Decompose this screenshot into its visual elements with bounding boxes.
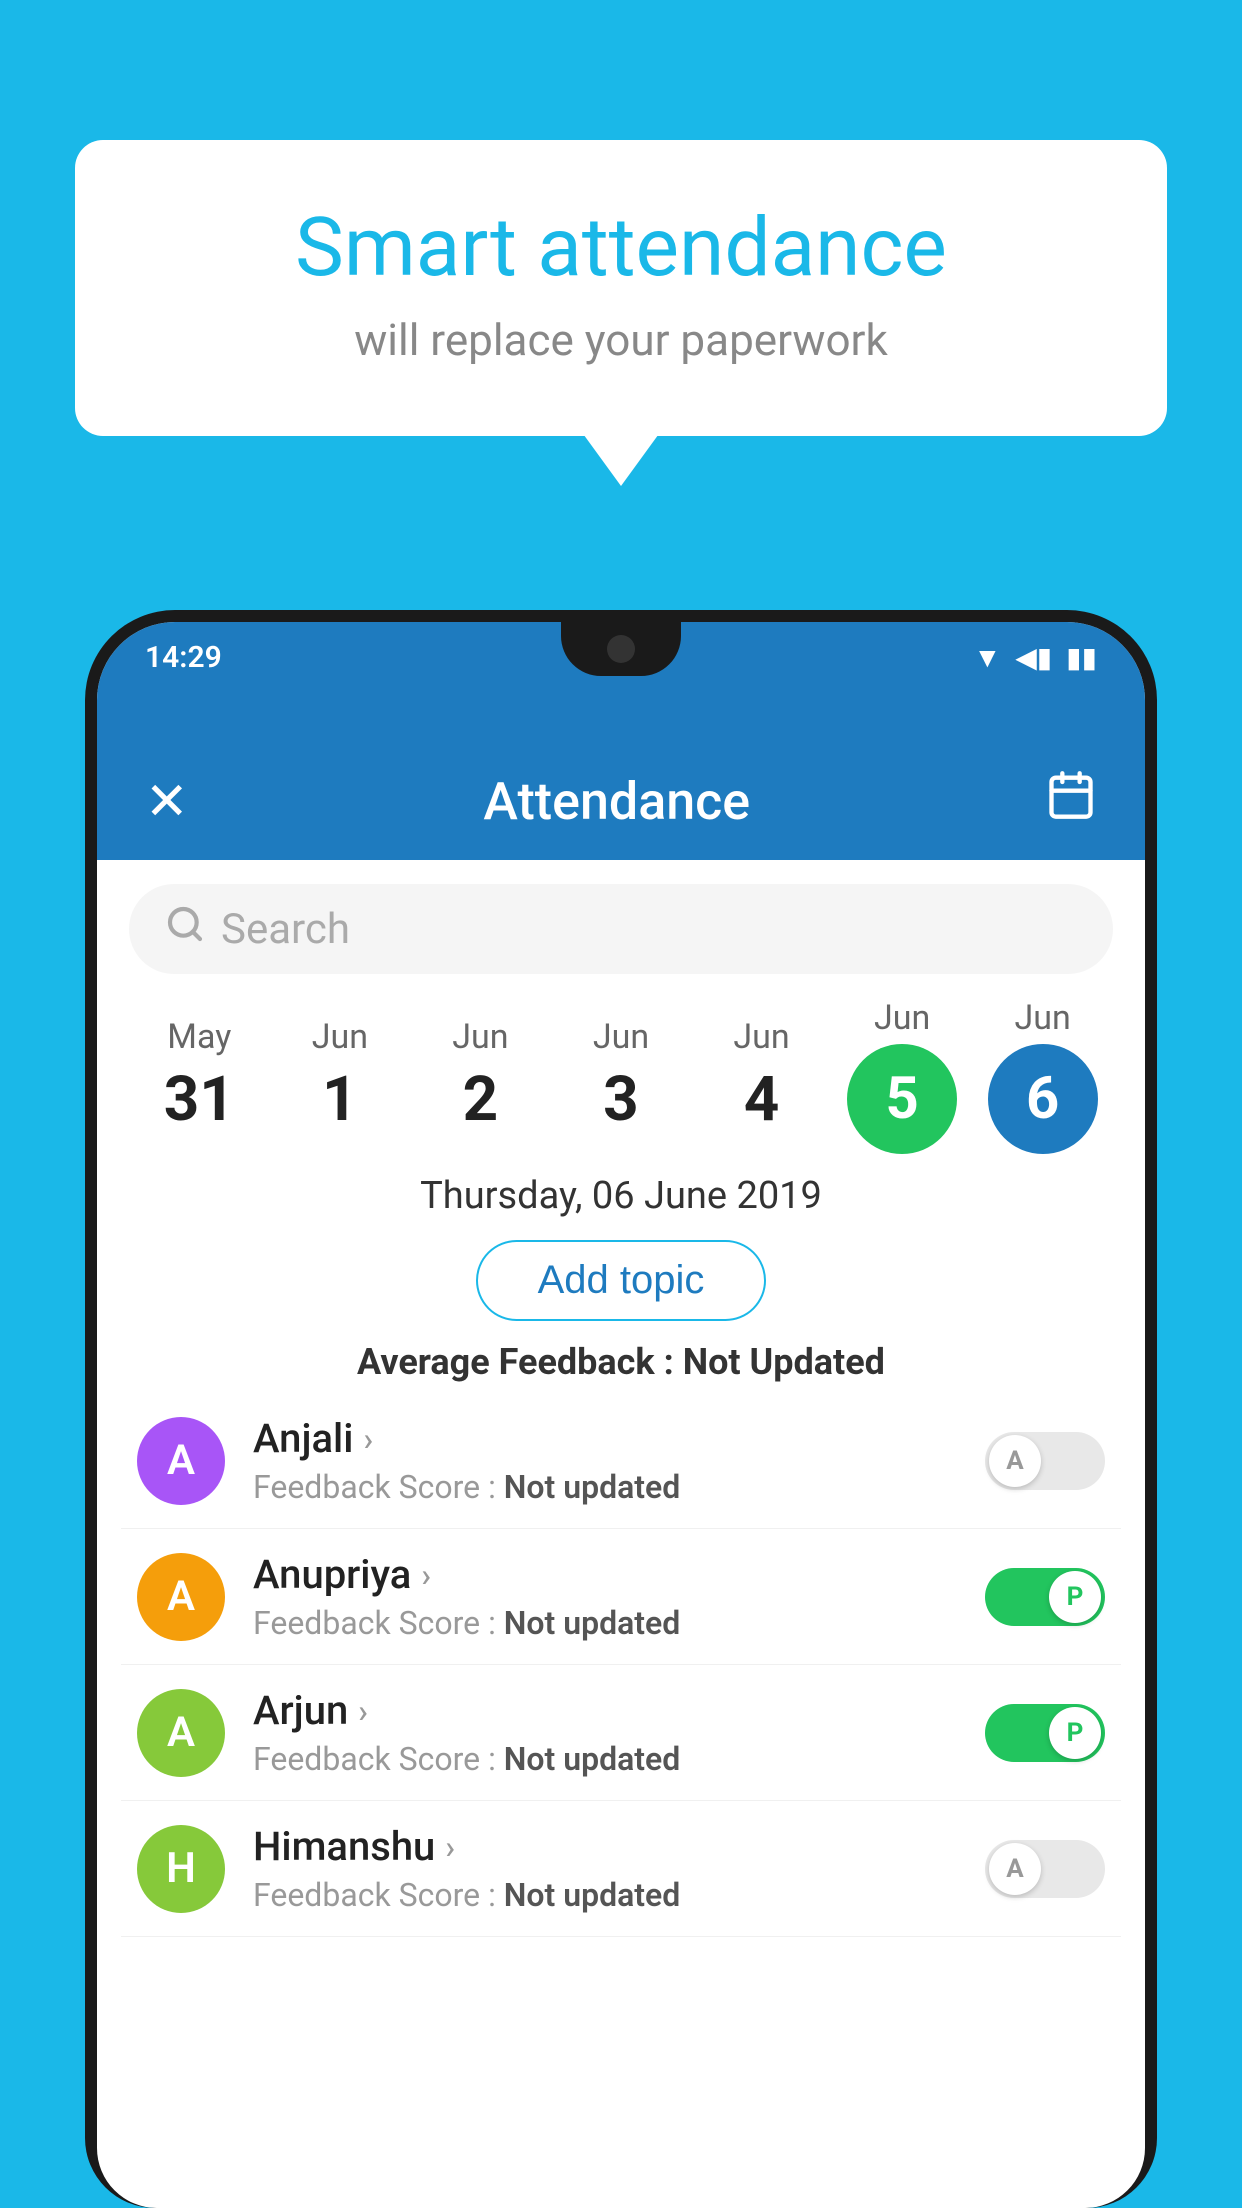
bubble-subtitle: will replace your paperwork (155, 314, 1087, 366)
student-name: Himanshu › (253, 1823, 957, 1870)
speech-bubble-container: Smart attendance will replace your paper… (75, 140, 1167, 436)
student-item[interactable]: A Anjali › Feedback Score : Not updated … (121, 1393, 1121, 1529)
date-month: Jun (312, 1017, 368, 1057)
date-month: Jun (733, 1017, 789, 1057)
search-text: Search (221, 905, 350, 954)
signal-icon: ◀▮ (1015, 641, 1052, 674)
student-item[interactable]: A Anupriya › Feedback Score : Not update… (121, 1529, 1121, 1665)
date-item[interactable]: Jun 6 (983, 998, 1103, 1154)
selected-date-label: Thursday, 06 June 2019 (97, 1154, 1145, 1232)
feedback-score: Feedback Score : Not updated (253, 1876, 957, 1914)
app-title: Attendance (483, 771, 750, 832)
date-day: 2 (463, 1063, 499, 1136)
search-bar[interactable]: Search (129, 884, 1113, 974)
phone-frame: 14:29 ▼ ◀▮ ▮▮ ✕ Attendance (85, 610, 1157, 2208)
search-icon (165, 904, 205, 955)
chevron-icon: › (421, 1556, 431, 1594)
toggle-knob: A (989, 1435, 1041, 1487)
toggle-knob: P (1049, 1571, 1101, 1623)
date-day: 3 (603, 1063, 639, 1136)
date-day: 31 (164, 1063, 235, 1136)
chevron-icon: › (445, 1828, 455, 1866)
feedback-score: Feedback Score : Not updated (253, 1604, 957, 1642)
status-icons: ▼ ◀▮ ▮▮ (974, 641, 1098, 674)
student-name: Anupriya › (253, 1551, 957, 1598)
bubble-title: Smart attendance (155, 200, 1087, 296)
date-day: 5 (847, 1044, 957, 1154)
date-item[interactable]: May 31 (139, 1017, 259, 1136)
date-month: Jun (874, 998, 930, 1038)
avg-feedback: Average Feedback : Not Updated (97, 1321, 1145, 1393)
feedback-score: Feedback Score : Not updated (253, 1468, 957, 1506)
avatar: A (137, 1689, 225, 1777)
student-item[interactable]: A Arjun › Feedback Score : Not updated P (121, 1665, 1121, 1801)
toggle-knob: P (1049, 1707, 1101, 1759)
date-item[interactable]: Jun 5 (842, 998, 962, 1154)
calendar-button[interactable] (1045, 769, 1097, 834)
date-month: May (167, 1017, 231, 1057)
avatar: H (137, 1825, 225, 1913)
student-info: Anjali › Feedback Score : Not updated (253, 1415, 957, 1506)
attendance-toggle[interactable]: P (985, 1704, 1105, 1762)
date-day: 1 (322, 1063, 358, 1136)
date-month: Jun (452, 1017, 508, 1057)
date-strip: May 31 Jun 1 Jun 2 Jun 3 Jun 4 Jun 5 Jun… (97, 974, 1145, 1154)
chevron-icon: › (363, 1420, 373, 1458)
student-info: Arjun › Feedback Score : Not updated (253, 1687, 957, 1778)
phone-inner: 14:29 ▼ ◀▮ ▮▮ ✕ Attendance (97, 622, 1145, 2208)
student-item[interactable]: H Himanshu › Feedback Score : Not update… (121, 1801, 1121, 1937)
date-item[interactable]: Jun 2 (420, 1017, 540, 1136)
phone-notch-area: 14:29 ▼ ◀▮ ▮▮ (97, 622, 1145, 742)
wifi-icon: ▼ (974, 641, 1002, 674)
speech-bubble: Smart attendance will replace your paper… (75, 140, 1167, 436)
close-button[interactable]: ✕ (145, 771, 189, 832)
notch-cutout (561, 622, 681, 676)
date-day: 4 (744, 1063, 780, 1136)
chevron-icon: › (358, 1692, 368, 1730)
date-item[interactable]: Jun 3 (561, 1017, 681, 1136)
add-topic-button[interactable]: Add topic (476, 1240, 767, 1321)
date-item[interactable]: Jun 4 (702, 1017, 822, 1136)
student-name: Arjun › (253, 1687, 957, 1734)
attendance-toggle[interactable]: P (985, 1568, 1105, 1626)
student-name: Anjali › (253, 1415, 957, 1462)
student-info: Himanshu › Feedback Score : Not updated (253, 1823, 957, 1914)
attendance-toggle[interactable]: A (985, 1840, 1105, 1898)
date-day: 6 (988, 1044, 1098, 1154)
avg-feedback-label: Average Feedback : (357, 1341, 674, 1383)
camera-dot (607, 635, 635, 663)
app-bar: ✕ Attendance (97, 742, 1145, 860)
battery-icon: ▮▮ (1066, 641, 1097, 674)
avatar: A (137, 1553, 225, 1641)
avatar: A (137, 1417, 225, 1505)
avg-feedback-value: Not Updated (683, 1341, 885, 1383)
feedback-score: Feedback Score : Not updated (253, 1740, 957, 1778)
date-item[interactable]: Jun 1 (280, 1017, 400, 1136)
student-info: Anupriya › Feedback Score : Not updated (253, 1551, 957, 1642)
attendance-toggle[interactable]: A (985, 1432, 1105, 1490)
toggle-knob: A (989, 1843, 1041, 1895)
date-month: Jun (593, 1017, 649, 1057)
status-time: 14:29 (145, 640, 222, 675)
student-list: A Anjali › Feedback Score : Not updated … (97, 1393, 1145, 1937)
date-month: Jun (1015, 998, 1071, 1038)
